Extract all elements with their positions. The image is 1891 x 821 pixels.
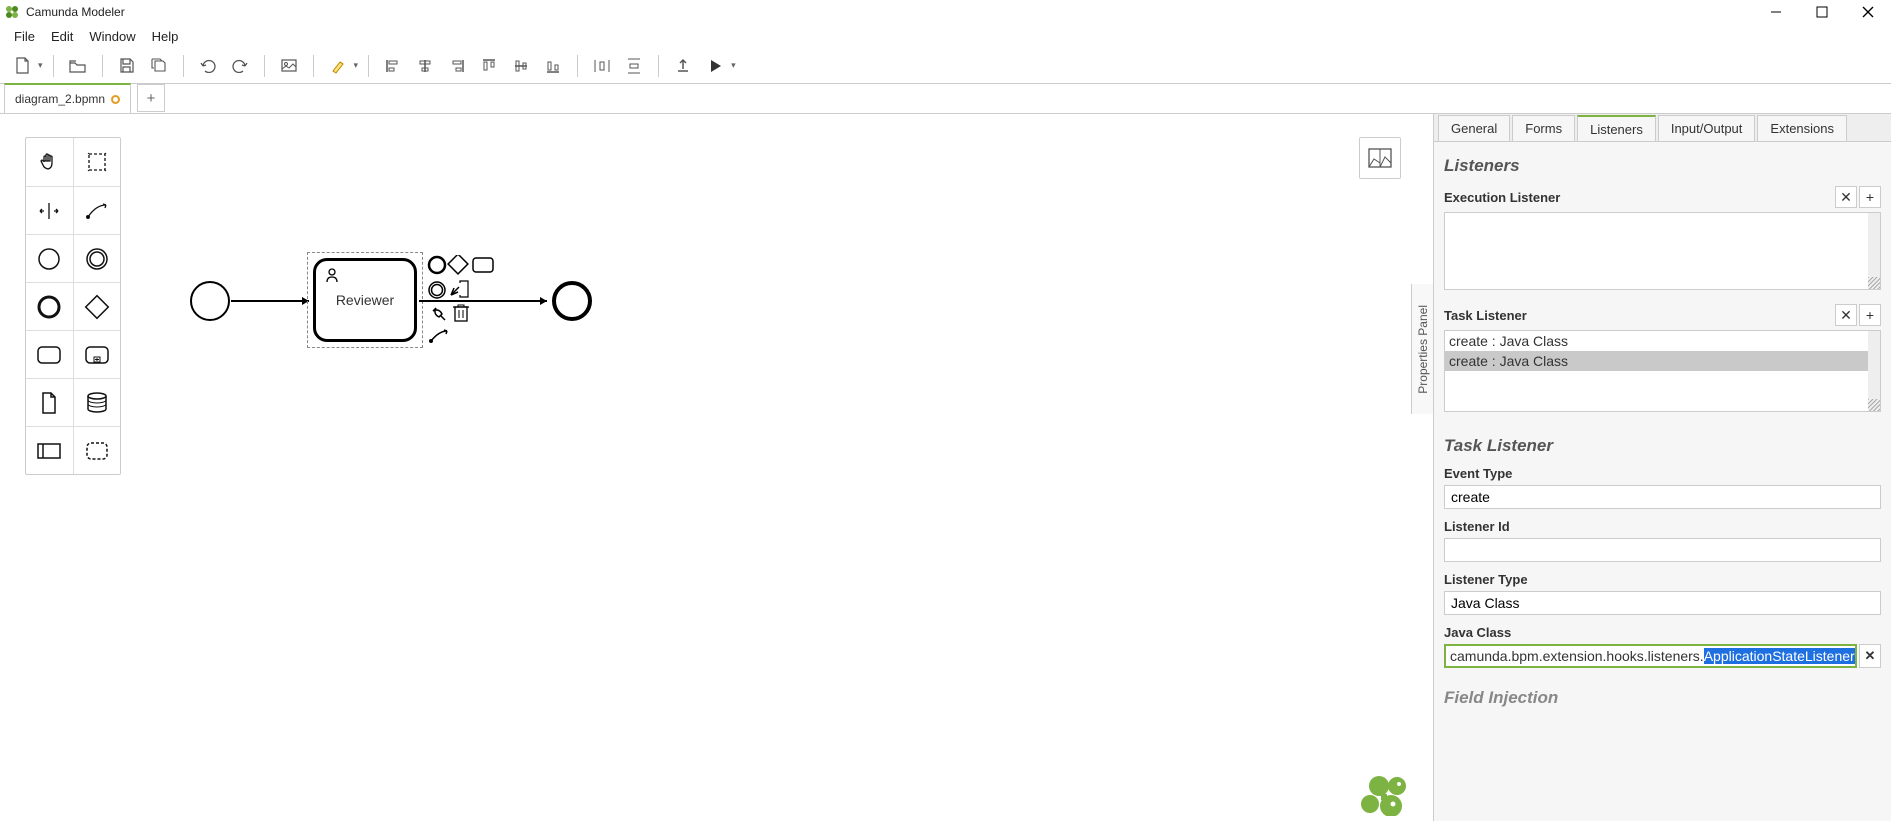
menu-window[interactable]: Window (81, 27, 143, 46)
minimize-button[interactable] (1753, 0, 1799, 24)
close-button[interactable] (1845, 0, 1891, 24)
unsaved-indicator-icon (111, 95, 120, 104)
chevron-down-icon[interactable]: ▾ (354, 60, 359, 71)
window-controls (1753, 0, 1891, 24)
pad-annotation-icon (451, 287, 459, 295)
deploy-icon[interactable] (669, 52, 697, 80)
new-tab-button[interactable]: + (137, 84, 165, 112)
sequence-flow[interactable] (417, 296, 557, 306)
execution-listener-label: Execution Listener (1444, 190, 1833, 205)
listener-type-label: Listener Type (1444, 572, 1881, 587)
align-center-icon[interactable] (411, 52, 439, 80)
redo-icon[interactable] (226, 52, 254, 80)
user-icon (324, 267, 340, 286)
resize-handle[interactable] (1868, 277, 1880, 289)
list-item[interactable]: create : Java Class (1445, 331, 1880, 351)
task-listener-label: Task Listener (1444, 308, 1833, 323)
execution-listener-list[interactable] (1444, 212, 1881, 290)
event-type-label: Event Type (1444, 466, 1881, 481)
java-class-input[interactable]: camunda.bpm.extension.hooks.listeners.Ap… (1444, 644, 1857, 668)
listener-id-input[interactable] (1444, 538, 1881, 562)
task-label: Reviewer (336, 292, 394, 308)
event-type-select[interactable]: create (1444, 485, 1881, 509)
minimap-toggle[interactable] (1359, 137, 1401, 179)
file-tab[interactable]: diagram_2.bpmn (4, 83, 131, 113)
pad-trash-icon (453, 305, 469, 321)
distribute-h-icon[interactable] (588, 52, 616, 80)
clear-java-class-button[interactable]: ✕ (1859, 644, 1881, 668)
open-folder-icon[interactable] (64, 52, 92, 80)
tab-forms[interactable]: Forms (1512, 115, 1575, 141)
props-panel-toggle[interactable]: Properties Panel (1411, 284, 1433, 414)
pad-gateway-icon (448, 255, 468, 274)
menu-help[interactable]: Help (144, 27, 187, 46)
pad-end-event-icon (429, 257, 445, 273)
user-task-node[interactable]: Reviewer (313, 258, 417, 342)
remove-task-listener-button[interactable]: ✕ (1835, 304, 1857, 326)
section-listeners: Listeners (1444, 156, 1881, 176)
pad-task-icon (473, 258, 493, 272)
align-left-icon[interactable] (379, 52, 407, 80)
remove-execution-listener-button[interactable]: ✕ (1835, 186, 1857, 208)
chevron-down-icon[interactable]: ▾ (38, 60, 43, 71)
save-all-icon[interactable] (145, 52, 173, 80)
add-execution-listener-button[interactable]: + (1859, 186, 1881, 208)
listener-type-select[interactable]: Java Class (1444, 591, 1881, 615)
java-class-label: Java Class (1444, 625, 1881, 640)
distribute-v-icon[interactable] (620, 52, 648, 80)
align-top-icon[interactable] (475, 52, 503, 80)
save-icon[interactable] (113, 52, 141, 80)
section-task-listener: Task Listener (1444, 436, 1881, 456)
listener-id-label: Listener Id (1444, 519, 1881, 534)
chevron-down-icon[interactable]: ▾ (731, 60, 736, 71)
new-file-icon[interactable] (8, 52, 36, 80)
app-title: Camunda Modeler (26, 5, 125, 19)
properties-panel: General Forms Listeners Input/Output Ext… (1433, 114, 1891, 821)
add-task-listener-button[interactable]: + (1859, 304, 1881, 326)
section-field-injection: Field Injection (1444, 688, 1881, 708)
align-bottom-icon[interactable] (539, 52, 567, 80)
tab-extensions[interactable]: Extensions (1757, 115, 1847, 141)
undo-icon[interactable] (194, 52, 222, 80)
resize-handle[interactable] (1868, 399, 1880, 411)
menu-file[interactable]: File (6, 27, 43, 46)
tab-listeners[interactable]: Listeners (1577, 115, 1656, 141)
play-icon[interactable] (701, 52, 729, 80)
pad-connect-icon (430, 330, 448, 343)
list-item[interactable]: create : Java Class (1445, 351, 1880, 371)
task-listener-list[interactable]: create : Java Class create : Java Class (1444, 330, 1881, 412)
image-icon[interactable] (275, 52, 303, 80)
maximize-button[interactable] (1799, 0, 1845, 24)
start-event-node[interactable] (188, 279, 232, 323)
end-event-node[interactable] (550, 279, 594, 323)
tab-general[interactable]: General (1438, 115, 1510, 141)
canvas[interactable]: Reviewer (0, 114, 1411, 821)
highlighter-icon[interactable] (324, 52, 352, 80)
align-right-icon[interactable] (443, 52, 471, 80)
menu-edit[interactable]: Edit (43, 27, 81, 46)
sequence-flow[interactable] (229, 296, 319, 306)
app-logo (4, 4, 20, 20)
camunda-badge-icon (1357, 774, 1409, 816)
pad-wrench-icon (433, 308, 445, 320)
tab-label: diagram_2.bpmn (15, 92, 105, 106)
align-middle-icon[interactable] (507, 52, 535, 80)
tab-input-output[interactable]: Input/Output (1658, 115, 1756, 141)
